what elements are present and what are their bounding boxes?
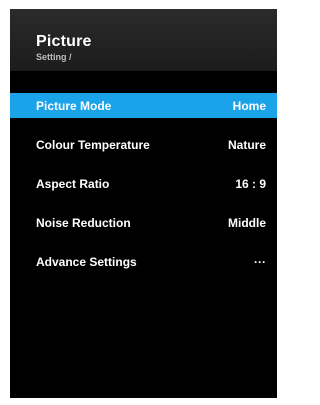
more-icon: ···: [254, 254, 266, 269]
menu-item-noise-reduction[interactable]: Noise Reduction Middle: [10, 210, 277, 235]
menu-item-value: Middle: [228, 215, 266, 230]
menu-item-advance-settings[interactable]: Advance Settings ···: [10, 249, 277, 274]
page-title: Picture: [36, 33, 92, 50]
picture-settings-panel: Picture Setting / Picture Mode Home Colo…: [10, 9, 277, 398]
menu-item-colour-temperature[interactable]: Colour Temperature Nature: [10, 132, 277, 157]
menu-item-label: Noise Reduction: [36, 215, 131, 230]
settings-menu: Picture Mode Home Colour Temperature Nat…: [10, 93, 277, 288]
menu-item-value: 16 : 9: [235, 176, 266, 191]
menu-item-picture-mode[interactable]: Picture Mode Home: [10, 93, 277, 118]
menu-item-label: Colour Temperature: [36, 137, 150, 152]
menu-item-label: Picture Mode: [36, 98, 112, 113]
panel-header: Picture Setting /: [10, 9, 277, 71]
menu-item-aspect-ratio[interactable]: Aspect Ratio 16 : 9: [10, 171, 277, 196]
menu-item-value: Nature: [227, 137, 266, 152]
menu-item-value: Home: [232, 98, 266, 113]
breadcrumb: Setting /: [36, 52, 72, 62]
menu-item-label: Aspect Ratio: [36, 176, 110, 191]
menu-item-label: Advance Settings: [36, 254, 137, 269]
